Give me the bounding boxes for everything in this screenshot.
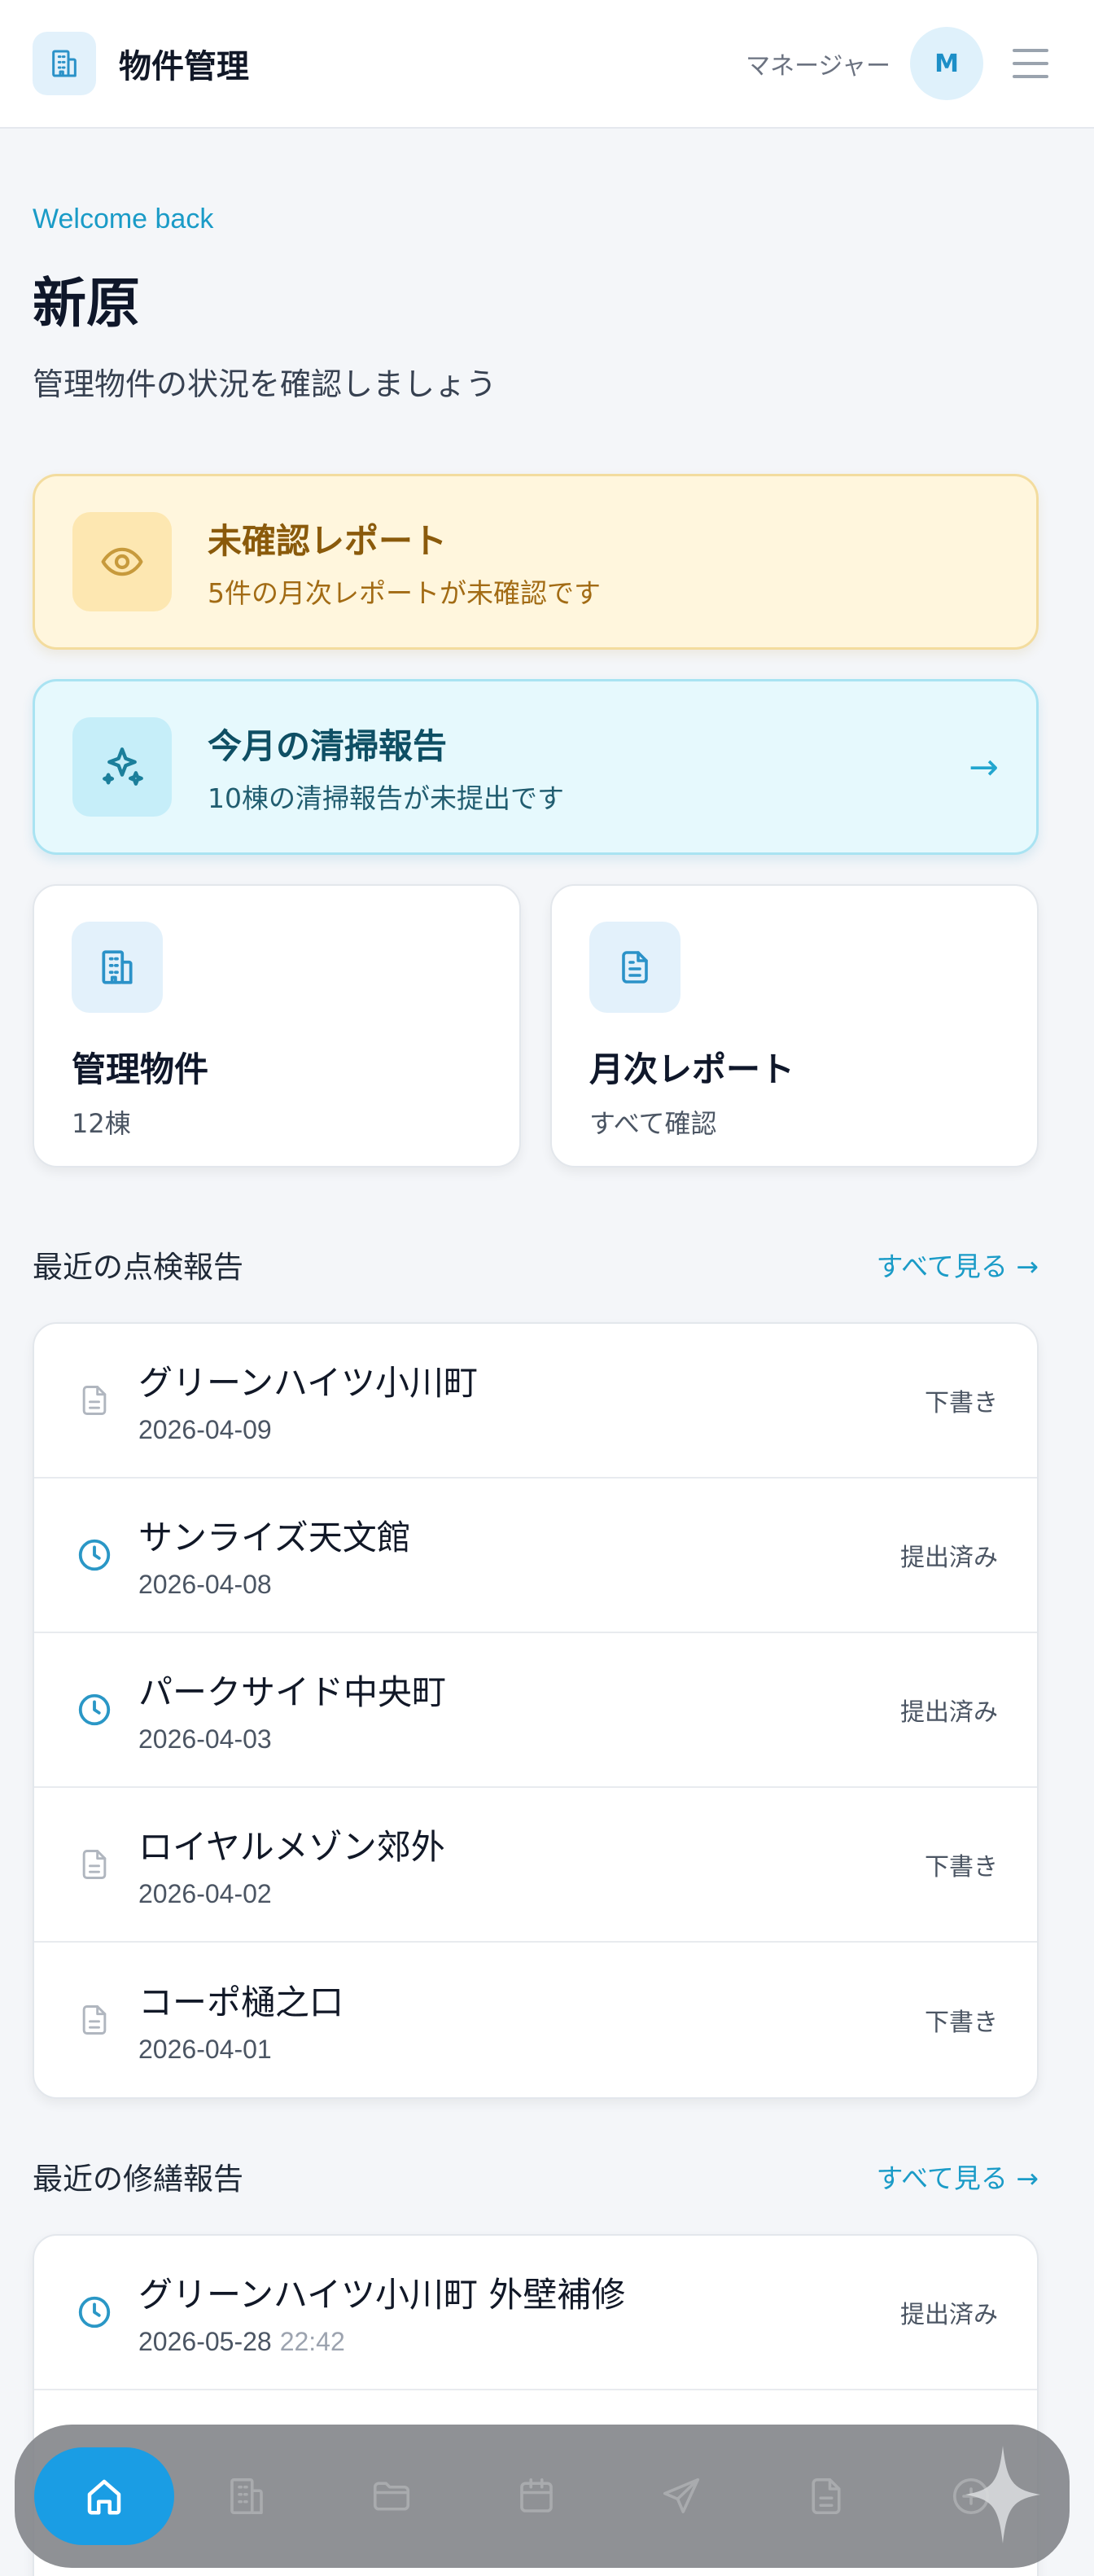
repairs-title: 最近の修繕報告 — [33, 2162, 243, 2197]
send-icon — [663, 2477, 700, 2513]
cleaning-report-title: 今月の清掃報告 — [208, 725, 448, 766]
repair-date-value: 2026-05-28 — [138, 2327, 272, 2356]
list-item[interactable]: コーポ樋之口 2026-04-01 下書き — [34, 1943, 1037, 2097]
status-badge: 下書き — [925, 1853, 998, 1882]
menu-icon[interactable] — [1013, 39, 1061, 88]
welcome-subtitle: 管理物件の状況を確認しましょう — [33, 366, 497, 402]
inspection-name: パークサイド中央町 — [138, 1672, 447, 1712]
inspections-header: 最近の点検報告 すべて見る → — [33, 1242, 1039, 1286]
cleaning-report-description: 10棟の清掃報告が未提出です — [208, 782, 564, 814]
arrow-right-icon: → — [969, 746, 999, 788]
home-icon — [87, 2479, 121, 2515]
status-badge: 提出済み — [900, 2301, 998, 2329]
avatar[interactable]: M — [910, 27, 983, 100]
nav-reports[interactable] — [754, 2447, 899, 2545]
building-icon — [230, 2477, 263, 2515]
repairs-see-all-link[interactable]: すべて見る → — [876, 2157, 1039, 2196]
list-item[interactable]: グリーンハイツ小川町 外壁補修 2026-05-28 22:42 提出済み — [34, 2236, 1037, 2390]
user-role: マネージャー — [746, 52, 891, 81]
document-icon — [812, 2477, 841, 2515]
bottom-navigation — [15, 2425, 1070, 2568]
list-item[interactable]: パークサイド中央町 2026-04-03 提出済み — [34, 1633, 1037, 1788]
eye-icon — [72, 512, 172, 611]
unread-reports-title: 未確認レポート — [208, 520, 448, 561]
properties-count: 12棟 — [72, 1108, 131, 1139]
properties-card[interactable]: 管理物件 12棟 — [33, 884, 521, 1168]
status-badge: 下書き — [925, 1389, 998, 1417]
inspection-name: コーポ樋之口 — [138, 1982, 344, 2022]
nav-home[interactable] — [34, 2447, 174, 2545]
inspections-see-all-link[interactable]: すべて見る → — [876, 1245, 1039, 1284]
nav-files[interactable] — [319, 2447, 464, 2545]
list-item[interactable]: ロイヤルメゾン郊外 2026-04-02 下書き — [34, 1788, 1037, 1943]
welcome-section: Welcome back 新原 管理物件の状況を確認しましょう — [33, 204, 497, 404]
inspections-title: 最近の点検報告 — [33, 1250, 243, 1285]
repair-time: 22:42 — [279, 2327, 345, 2356]
repairs-header: 最近の修繕報告 すべて見る → — [33, 2154, 1039, 2198]
inspections-list: グリーンハイツ小川町 2026-04-09 下書き サンライズ天文館 2026-… — [33, 1322, 1039, 2099]
user-name: 新原 — [33, 272, 140, 335]
nav-send[interactable] — [609, 2447, 754, 2545]
properties-title: 管理物件 — [72, 1049, 209, 1089]
status-badge: 提出済み — [900, 1698, 998, 1727]
inspection-date: 2026-04-09 — [138, 1415, 272, 1444]
list-item[interactable]: サンライズ天文館 2026-04-08 提出済み — [34, 1479, 1037, 1633]
dashboard-page: 物件管理 マネージャー M Welcome back 新原 管理物件の状況を確認… — [0, 0, 1094, 2576]
list-item[interactable]: グリーンハイツ小川町 2026-04-09 下書き — [34, 1324, 1037, 1479]
monthly-reports-status: すべて確認 — [589, 1108, 717, 1139]
sparkles-icon — [72, 717, 172, 817]
repair-name: グリーンハイツ小川町 外壁補修 — [138, 2275, 626, 2315]
clock-icon — [72, 1532, 117, 1578]
file-icon — [72, 1378, 117, 1423]
building-icon — [33, 32, 96, 95]
inspection-date: 2026-04-01 — [138, 2035, 272, 2064]
monthly-reports-card[interactable]: 月次レポート すべて確認 — [550, 884, 1039, 1168]
cleaning-report-card[interactable]: 今月の清掃報告 10棟の清掃報告が未提出です → — [33, 679, 1039, 855]
clock-icon — [72, 2289, 117, 2335]
clock-icon — [72, 1687, 117, 1733]
calendar-icon — [520, 2477, 553, 2512]
unread-reports-description: 5件の月次レポートが未確認です — [208, 576, 601, 609]
file-icon — [72, 1997, 117, 2043]
document-icon — [589, 922, 680, 1013]
status-badge: 下書き — [925, 2009, 998, 2037]
app-header: 物件管理 マネージャー M — [0, 0, 1094, 129]
nav-calendar[interactable] — [464, 2447, 609, 2545]
folder-icon — [373, 2482, 410, 2511]
inspection-name: グリーンハイツ小川町 — [138, 1363, 479, 1403]
monthly-reports-title: 月次レポート — [589, 1049, 795, 1089]
file-icon — [72, 1842, 117, 1887]
sparkle-icon — [965, 2446, 1040, 2543]
status-badge: 提出済み — [900, 1544, 998, 1572]
inspection-date: 2026-04-02 — [138, 1879, 272, 1908]
inspection-date: 2026-04-08 — [138, 1570, 272, 1599]
inspection-date: 2026-04-03 — [138, 1724, 272, 1754]
inspection-name: サンライズ天文館 — [138, 1518, 411, 1557]
repair-date: 2026-05-28 22:42 — [138, 2327, 900, 2357]
building-icon — [72, 922, 163, 1013]
app-title: 物件管理 — [119, 48, 249, 85]
inspection-name: ロイヤルメゾン郊外 — [138, 1827, 445, 1867]
welcome-eyebrow: Welcome back — [33, 204, 214, 234]
unread-reports-card[interactable]: 未確認レポート 5件の月次レポートが未確認です — [33, 474, 1039, 650]
nav-properties[interactable] — [174, 2447, 319, 2545]
